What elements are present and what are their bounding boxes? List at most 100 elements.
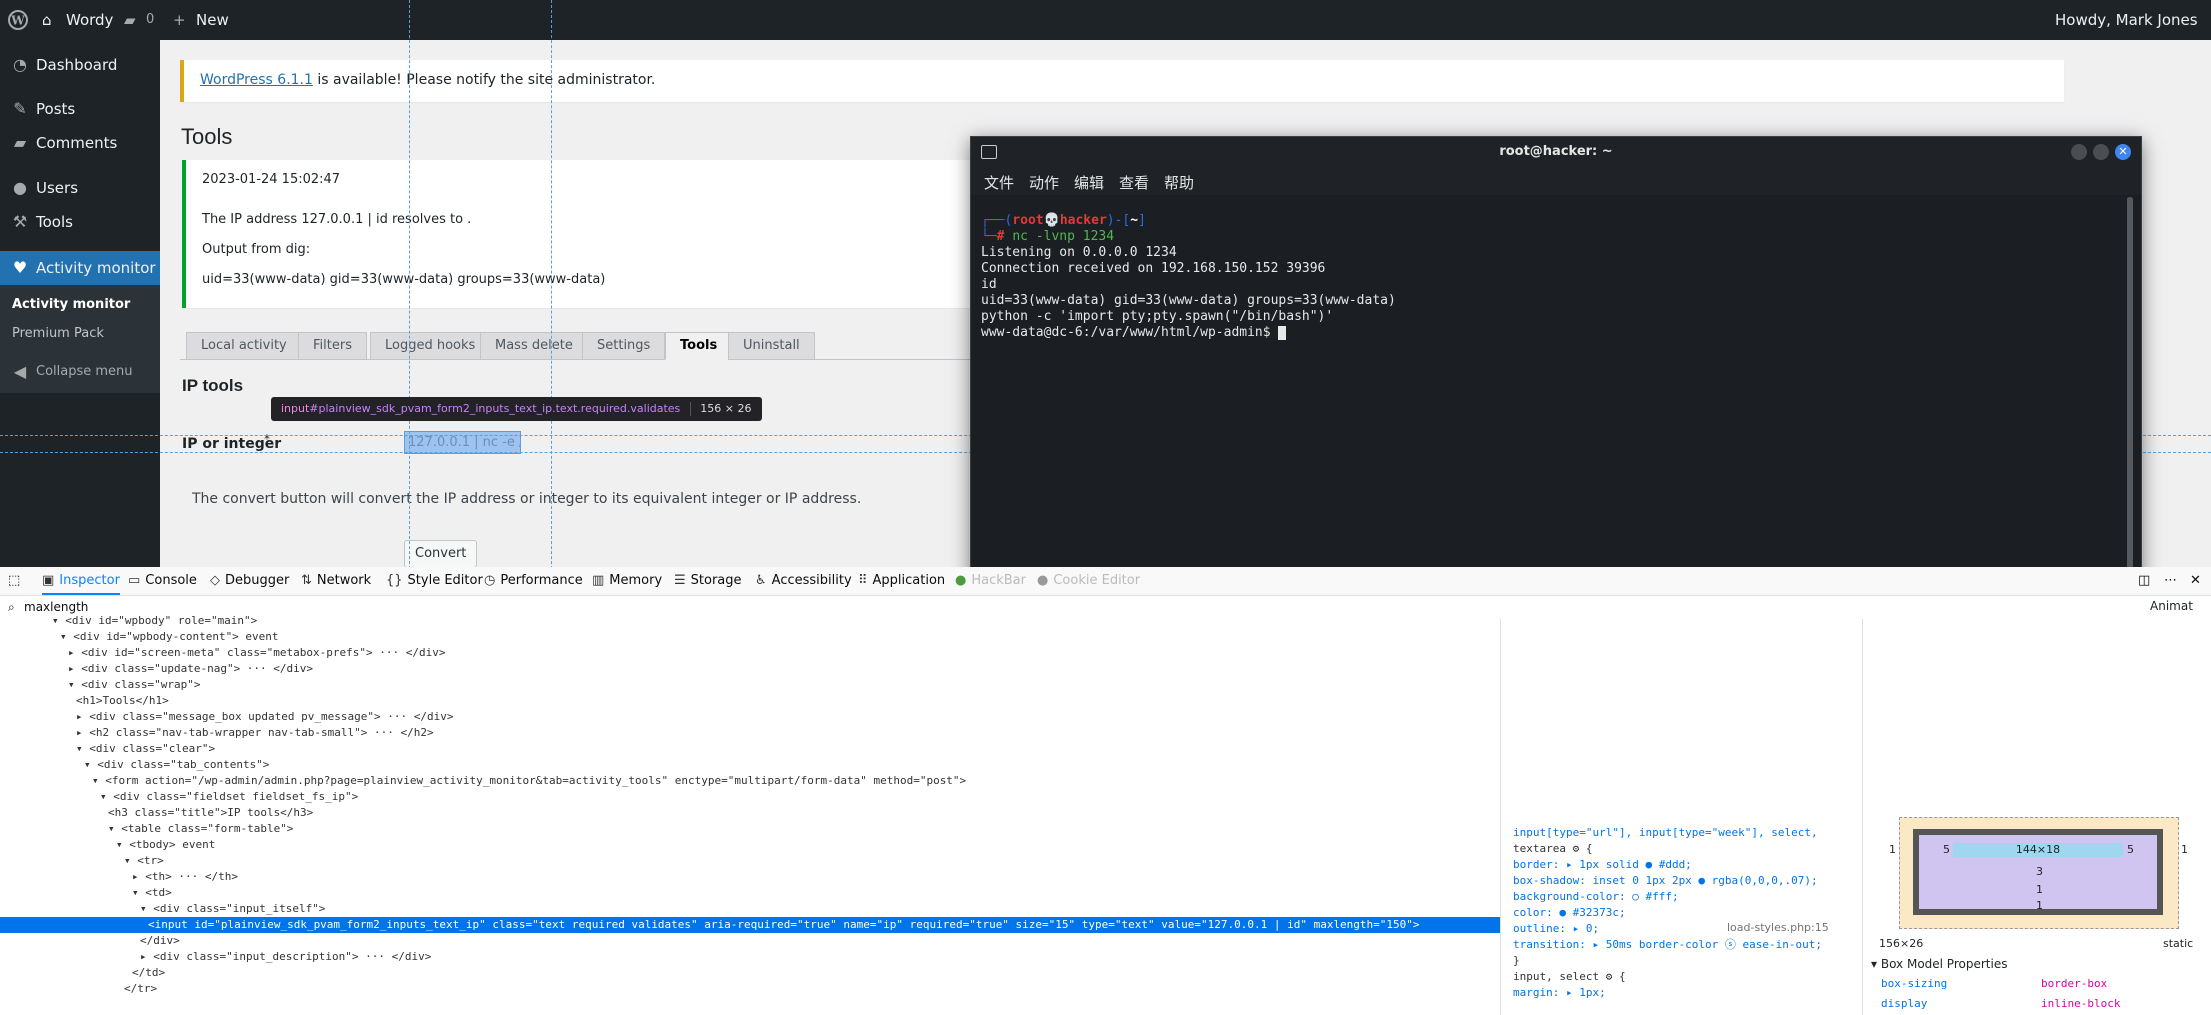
submenu-activity-monitor[interactable]: Activity monitor — [12, 297, 130, 312]
markup-node[interactable]: <h3 class="title">IP tools</h3> — [108, 805, 313, 821]
box-model-properties-title[interactable]: ▾ Box Model Properties — [1871, 957, 2007, 971]
markup-node[interactable]: ▾ <div class="fieldset fieldset_fs_ip"> — [100, 789, 358, 805]
markup-node[interactable]: ▾ <div id="wpbody-content"> event — [60, 629, 279, 645]
style-editor-icon: {} — [386, 573, 403, 588]
markup-tree[interactable]: ▾ <div id="wpbody" role="main"> ▾ <div id… — [0, 614, 1500, 1015]
minimize-button[interactable] — [2071, 144, 2087, 160]
convert-description: The convert button will convert the IP a… — [192, 491, 862, 507]
markup-node[interactable]: ▸ <div class="message_box updated pv_mes… — [76, 709, 454, 725]
markup-node[interactable]: ▸ <div class="update-nag"> ··· </div> — [68, 661, 313, 677]
markup-node-selected[interactable]: <input id="plainview_sdk_pvam_form2_inpu… — [0, 917, 1500, 933]
sidebar-item-comments[interactable]: ▰ Comments — [0, 128, 160, 158]
tab-storage[interactable]: ☰ Storage — [674, 567, 742, 595]
dock-icon[interactable]: ◫ — [2138, 567, 2150, 595]
css-rule-line: box-shadow: inset 0 1px 2px ● rgba(0,0,0… — [1513, 874, 1818, 887]
comments-count[interactable]: 0 — [146, 0, 154, 40]
user-greeting[interactable]: Howdy, Mark Jones — [2055, 0, 2198, 40]
markup-node[interactable]: ▾ <div class="input_itself"> — [140, 901, 325, 917]
close-icon[interactable]: ✕ — [2115, 144, 2131, 160]
markup-node[interactable]: ▾ <div class="clear"> — [76, 741, 215, 757]
markup-node[interactable]: </tr> — [124, 981, 157, 997]
sidebar-item-posts[interactable]: ✎ Posts — [0, 94, 160, 124]
menu-actions[interactable]: 动作 — [1029, 172, 1059, 193]
tab-cookie-editor[interactable]: ● Cookie Editor — [1037, 567, 1140, 595]
padding-right-value: 5 — [2127, 843, 2134, 856]
tab-logged-hooks[interactable]: Logged hooks — [370, 332, 491, 360]
tab-style-editor[interactable]: {} Style Editor — [386, 567, 483, 595]
markup-node[interactable]: ▸ <div class="input_description"> ··· </… — [140, 949, 431, 965]
menu-view[interactable]: 查看 — [1119, 172, 1149, 193]
markup-node[interactable]: ▾ <tbody> event — [116, 837, 215, 853]
tab-memory[interactable]: ▥ Memory — [592, 567, 662, 595]
tab-mass-delete[interactable]: Mass delete — [480, 332, 588, 360]
new-content-link[interactable]: New — [196, 0, 229, 40]
inspector-icon: ▣ — [42, 573, 55, 588]
menu-edit[interactable]: 编辑 — [1074, 172, 1104, 193]
accessibility-icon: ♿ — [755, 573, 767, 588]
markup-node[interactable]: ▾ <td> — [132, 885, 172, 901]
markup-node[interactable]: ▾ <div class="tab_contents"> — [84, 757, 269, 773]
css-rule-line: } — [1513, 954, 1520, 967]
sidebar-item-tools[interactable]: ⚒ Tools — [0, 207, 160, 237]
devtools-toolbar: ⬚ ▣ Inspector ▭ Console ◇ Debugger ⇅ Network… — [0, 567, 2211, 596]
menu-file[interactable]: 文件 — [984, 172, 1014, 193]
markup-node[interactable]: </td> — [132, 965, 165, 981]
tab-network[interactable]: ⇅ Network — [301, 567, 371, 595]
terminal-titlebar[interactable]: root@hacker: ~ ✕ — [971, 137, 2141, 167]
tab-local-activity[interactable]: Local activity — [186, 332, 302, 360]
element-picker-icon[interactable]: ⬚ — [8, 567, 20, 595]
convert-button[interactable]: Convert — [404, 540, 478, 568]
markup-node[interactable]: </div> — [140, 933, 180, 949]
plus-icon[interactable]: + — [173, 0, 186, 40]
tab-filters[interactable]: Filters — [298, 332, 367, 360]
network-icon: ⇅ — [301, 573, 312, 588]
prop-value: border-box — [2041, 977, 2108, 990]
markup-node[interactable]: ▾ <div id="wpbody" role="main"> — [52, 613, 257, 629]
sidebar-item-dashboard[interactable]: ◔ Dashboard — [0, 50, 160, 80]
terminal-output[interactable]: ┌──(root💀hacker)-[~] └─# nc -lvnp 1234 L… — [981, 213, 1396, 341]
margin-bottom-value: 1 — [2036, 899, 2043, 912]
box-model-panel: 144×18 5 5 3 1 1 1 1 156×26 static ▾ Box… — [1862, 619, 2211, 1015]
close-devtools-icon[interactable]: ✕ — [2190, 567, 2201, 595]
box-position-label: static — [2163, 937, 2194, 950]
tab-debugger[interactable]: ◇ Debugger — [210, 567, 289, 595]
sidebar-item-activity-monitor[interactable]: ♥ Activity monitor — [0, 251, 160, 285]
tab-hackbar[interactable]: ● HackBar — [955, 567, 1026, 595]
maximize-button[interactable] — [2093, 144, 2109, 160]
tab-performance[interactable]: ◷ Performance — [484, 567, 583, 595]
collapse-icon: ◀ — [13, 362, 27, 381]
markup-node[interactable]: ▾ <form action="/wp-admin/admin.php?page… — [92, 773, 966, 789]
tab-uninstall[interactable]: Uninstall — [728, 332, 815, 360]
site-name-link[interactable]: Wordy — [66, 0, 113, 40]
memory-icon: ▥ — [592, 573, 605, 588]
markup-node[interactable]: ▸ <th> ··· </th> — [132, 869, 238, 885]
box-size-label: 156×26 — [1879, 937, 1924, 950]
submenu-premium-pack[interactable]: Premium Pack — [12, 326, 104, 341]
update-link[interactable]: WordPress 6.1.1 — [200, 72, 313, 88]
wrench-icon: ⚒ — [12, 212, 28, 231]
tab-application[interactable]: ⠿ Application — [858, 567, 945, 595]
tab-tools[interactable]: Tools — [665, 332, 733, 360]
collapse-menu-button[interactable]: ◀ Collapse menu — [0, 357, 160, 387]
sidebar-item-users[interactable]: ● Users — [0, 173, 160, 203]
tab-accessibility[interactable]: ♿ Accessibility — [755, 567, 852, 595]
markup-node[interactable]: ▸ <div id="screen-meta" class="metabox-p… — [68, 645, 446, 661]
rules-source-link[interactable]: load-styles.php:15 — [1727, 921, 1829, 934]
console-icon: ▭ — [128, 573, 141, 588]
tab-inspector[interactable]: ▣ Inspector — [42, 567, 120, 595]
tab-console[interactable]: ▭ Console — [128, 567, 197, 595]
menu-help[interactable]: 帮助 — [1164, 172, 1194, 193]
tab-settings[interactable]: Settings — [582, 332, 666, 360]
terminal-cursor — [1278, 325, 1287, 340]
more-options-icon[interactable]: ⋯ — [2164, 567, 2177, 595]
markup-node[interactable]: ▾ <tr> — [124, 853, 164, 869]
markup-node[interactable]: ▸ <h2 class="nav-tab-wrapper nav-tab-sma… — [76, 725, 434, 741]
right-panel-tab[interactable]: Animat — [2150, 599, 2193, 613]
comment-icon[interactable]: ▰ — [124, 0, 136, 40]
markup-node[interactable]: ▾ <div class="wrap"> — [68, 677, 200, 693]
css-rule-line: textarea ⚙ { — [1513, 842, 1593, 855]
markup-node[interactable]: ▾ <table class="form-table"> — [108, 821, 293, 837]
prop-name: display — [1881, 997, 1928, 1010]
markup-node[interactable]: <h1>Tools</h1> — [76, 693, 169, 709]
wordpress-logo-icon[interactable]: W — [8, 0, 28, 40]
